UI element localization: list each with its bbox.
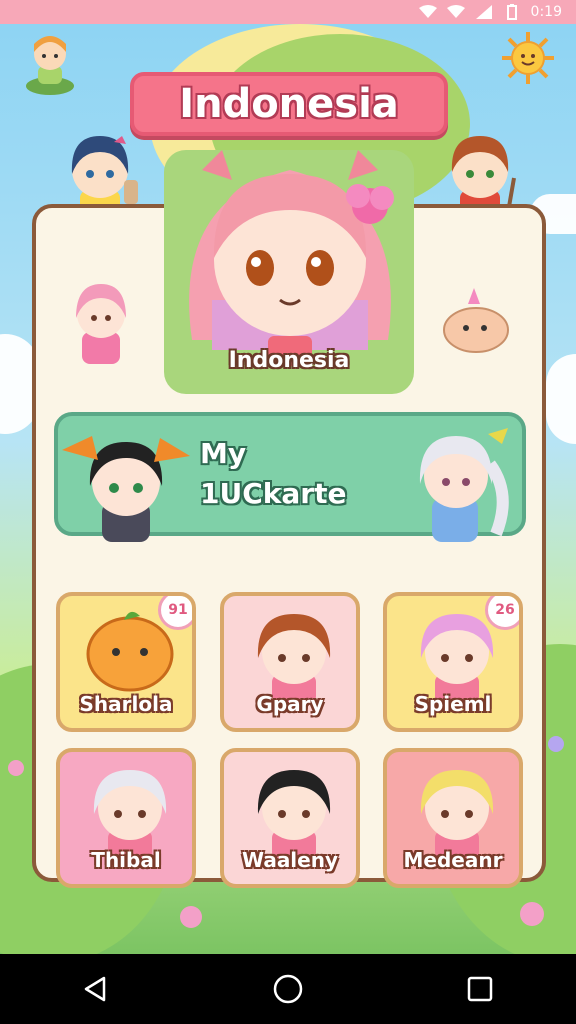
back-button[interactable] [66,964,126,1014]
clock: 0:19 [530,4,562,20]
character-card-label: Spieml [414,692,492,716]
flower-decoration [8,760,24,776]
character-card[interactable]: Spieml 26 [383,592,523,732]
flower-decoration [548,736,564,752]
signal-icon [475,5,493,19]
status-bar: 0:19 [0,0,576,24]
character-card-label: Gpary [256,692,324,716]
recents-icon [467,976,493,1002]
hero-name: Indonesia [228,348,350,373]
signal-icon [446,5,465,19]
title-banner: Indonesia [130,72,448,136]
character-card[interactable]: Sharlola 91 [56,592,196,732]
chibi-character-icon [62,420,192,554]
my-label-line1: My [200,437,247,470]
character-card-label: Thibal [91,848,161,872]
battery-icon [503,4,521,20]
character-card-label: Waaleny [241,848,339,872]
recents-button[interactable] [450,964,510,1014]
creature-icon [438,284,514,362]
character-card[interactable]: Gpary [220,592,360,732]
cloud [546,354,576,444]
my-label-line2: 1UCkarte [200,477,347,510]
character-card-label: Medeanr [403,848,503,872]
sun-icon [500,30,556,86]
card-badge: 26 [485,596,519,630]
character-card[interactable]: Thibal [56,748,196,888]
character-card-label: Sharlola [79,692,173,716]
flower-decoration [520,902,544,926]
chibi-character-icon [22,32,78,102]
page-title: Indonesia [179,81,399,127]
system-nav-bar [0,954,576,1024]
wifi-icon [418,5,437,19]
card-badge: 91 [158,596,192,630]
chibi-character-icon [66,278,136,372]
character-card[interactable]: Medeanr [383,748,523,888]
flower-decoration [180,906,202,928]
home-icon [273,974,303,1004]
my-collection-label: My 1UCkarte [200,434,346,514]
chibi-character-icon [400,414,516,554]
character-card[interactable]: Waaleny [220,748,360,888]
back-icon [84,976,106,1002]
home-button[interactable] [258,964,318,1014]
